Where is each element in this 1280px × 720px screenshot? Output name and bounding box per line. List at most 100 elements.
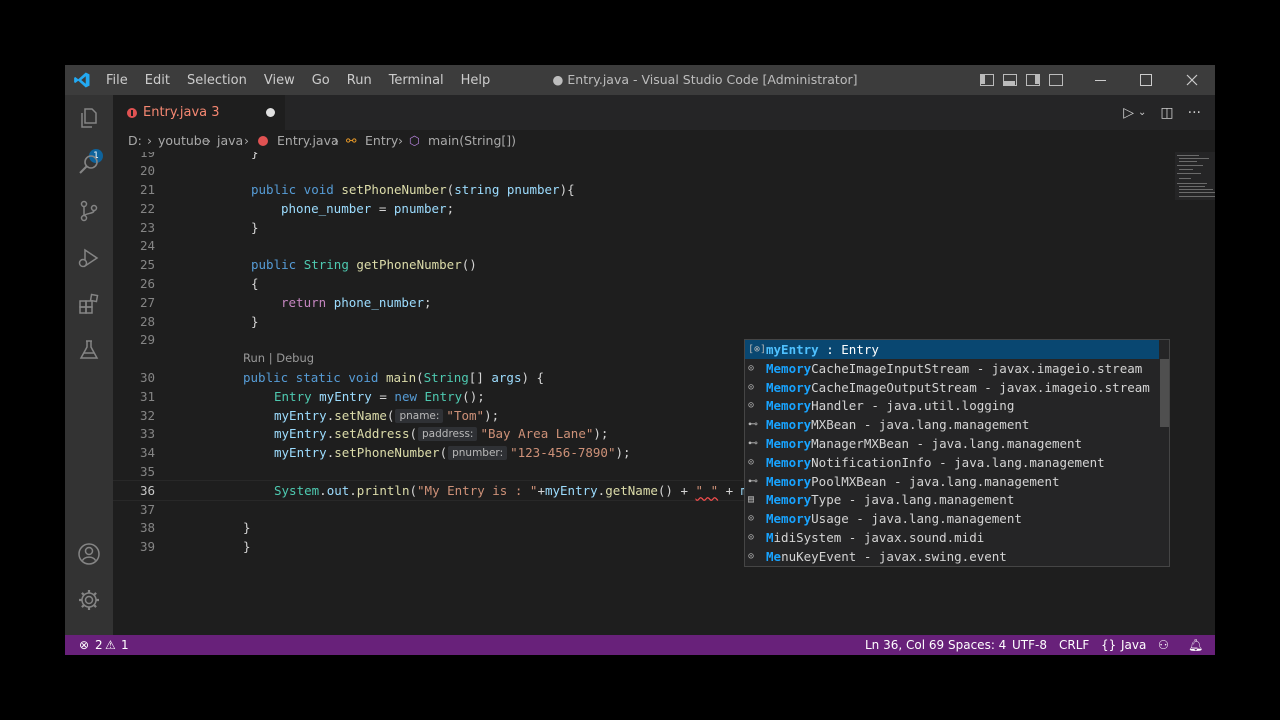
code-line-25: public String getPhoneNumber() bbox=[251, 257, 477, 272]
chevron-right-icon: › bbox=[147, 133, 152, 148]
language-mode[interactable]: Java bbox=[1121, 635, 1146, 655]
codelens-run-debug[interactable]: Run | Debug bbox=[243, 351, 314, 365]
line-number: 22 bbox=[139, 201, 155, 216]
suggestion-label: MemoryMXBean - java.lang.management bbox=[766, 415, 1029, 434]
toggle-panel-icon[interactable] bbox=[1003, 74, 1017, 86]
suggestion-item[interactable]: ▤ MemoryType - java.lang.management bbox=[745, 490, 1159, 509]
vscode-window: File Edit Selection View Go Run Terminal… bbox=[65, 65, 1215, 655]
breadcrumb-file[interactable]: Entry.java bbox=[277, 130, 339, 152]
error-count[interactable]: 2 bbox=[95, 635, 103, 655]
search-icon[interactable] bbox=[77, 153, 101, 177]
breadcrumb-method[interactable]: main(String[]) bbox=[428, 130, 516, 152]
minimize-button[interactable] bbox=[1077, 65, 1123, 95]
suggestion-match: Memory bbox=[766, 492, 812, 508]
suggestion-item[interactable]: ⊙ MemoryCacheImageInputStream - javax.ima… bbox=[745, 359, 1159, 378]
window-controls bbox=[980, 65, 1215, 95]
chevron-right-icon: › bbox=[206, 133, 211, 148]
suggestion-detail: NotificationInfo - java.lang.management bbox=[811, 454, 1105, 470]
suggestion-match: Memory bbox=[766, 398, 812, 414]
breadcrumb: D: › youtube › java › Entry.java › ⚯ Ent… bbox=[113, 130, 1215, 152]
suggestion-item[interactable]: ⊷ MemoryPoolMXBean - java.lang.management bbox=[745, 472, 1159, 491]
line-ending[interactable]: CRLF bbox=[1059, 635, 1089, 655]
suggestion-match: myEntry bbox=[766, 342, 819, 357]
testing-icon[interactable] bbox=[77, 338, 101, 362]
run-dropdown-chevron-icon[interactable]: ⌄ bbox=[1138, 107, 1146, 118]
suggestion-label: MemoryType - java.lang.management bbox=[766, 490, 1014, 509]
line-number: 27 bbox=[139, 295, 155, 310]
suggestion-widget: [⊗] myEntry : Entry ⊙ MemoryCacheImageInput… bbox=[744, 339, 1170, 567]
line-number: 33 bbox=[139, 426, 155, 441]
warning-icon[interactable]: ⚠ bbox=[105, 635, 116, 655]
inlay-hint-pnumber: pnumber: bbox=[448, 446, 508, 460]
code-line-39: } bbox=[243, 539, 251, 554]
class-icon: ⊙ bbox=[748, 513, 755, 525]
interface-icon: ⊷ bbox=[748, 419, 758, 431]
suggestion-scrollbar[interactable] bbox=[1160, 359, 1169, 427]
toggle-secondary-sidebar-icon[interactable] bbox=[1026, 74, 1040, 86]
suggestion-match: Memory bbox=[766, 417, 812, 433]
run-debug-icon[interactable] bbox=[77, 246, 101, 270]
suggestion-match: Memory bbox=[766, 436, 812, 451]
breadcrumb-youtube[interactable]: youtube bbox=[158, 130, 209, 152]
cursor-position[interactable]: Ln 36, Col 69 bbox=[865, 635, 944, 655]
tab-entry-java[interactable]: Entry.java 3 bbox=[113, 95, 285, 130]
split-editor-icon[interactable]: ◫ bbox=[1160, 105, 1173, 121]
class-symbol-icon: ⚯ bbox=[346, 133, 357, 148]
maximize-button[interactable] bbox=[1123, 65, 1169, 95]
suggestion-detail: idiSystem - javax.sound.midi bbox=[773, 530, 985, 545]
editor-actions: ▷ ⌄ ◫ ··· bbox=[1123, 95, 1215, 130]
suggestion-label: MemoryCacheImageInputStream - javax.imag… bbox=[766, 359, 1142, 378]
suggestion-item[interactable]: [⊗] myEntry : Entry bbox=[745, 340, 1159, 359]
suggestion-label: myEntry : Entry bbox=[766, 340, 879, 359]
code-line-22: phone_number = pnumber; bbox=[281, 201, 455, 216]
indentation[interactable]: Spaces: 4 bbox=[948, 635, 1006, 655]
feedback-icon[interactable]: ⚇ bbox=[1158, 635, 1169, 655]
account-icon[interactable] bbox=[77, 542, 101, 566]
suggestion-item[interactable]: ⊷ MemoryManagerMXBean - java.lang.managem… bbox=[745, 434, 1159, 453]
suggestion-detail: ManagerMXBean - java.lang.management bbox=[811, 436, 1083, 451]
error-squiggle: " " bbox=[695, 483, 719, 498]
line-number: 36 bbox=[139, 483, 155, 498]
suggestion-item[interactable]: ⊙ MemoryNotificationInfo - java.lang.mana… bbox=[745, 453, 1159, 472]
breadcrumb-java[interactable]: java bbox=[217, 130, 243, 152]
title-bar: File Edit Selection View Go Run Terminal… bbox=[65, 65, 1215, 95]
suggestion-detail: Handler - java.util.logging bbox=[811, 398, 1015, 414]
warning-count[interactable]: 1 bbox=[121, 635, 129, 655]
close-icon bbox=[1186, 74, 1198, 86]
inlay-hint-paddress: paddress: bbox=[418, 427, 478, 441]
encoding[interactable]: UTF-8 bbox=[1012, 635, 1047, 655]
suggestion-detail: Usage - java.lang.management bbox=[811, 511, 1022, 527]
source-control-icon[interactable] bbox=[77, 199, 101, 223]
close-window-button[interactable] bbox=[1169, 65, 1215, 95]
toggle-primary-sidebar-icon[interactable] bbox=[980, 74, 994, 86]
suggestion-detail: CacheImageInputStream - javax.imageio.st… bbox=[811, 360, 1143, 376]
suggestion-item[interactable]: ⊷ MemoryMXBean - java.lang.management bbox=[745, 415, 1159, 434]
suggestion-item[interactable]: ⊙ MemoryUsage - java.lang.management bbox=[745, 509, 1159, 528]
class-icon: ⊙ bbox=[748, 550, 755, 562]
braces-icon: {} bbox=[1101, 638, 1117, 652]
suggestion-item[interactable]: ⊙ MemoryCacheImageOutputStream - javax.im… bbox=[745, 378, 1159, 397]
line-number: 35 bbox=[139, 464, 155, 479]
code-line-31: Entry myEntry = new Entry(); bbox=[274, 389, 485, 404]
suggestion-item[interactable]: ⊙ MidiSystem - javax.sound.midi bbox=[745, 528, 1159, 547]
unsaved-dot-icon[interactable] bbox=[266, 108, 275, 117]
breadcrumb-drive[interactable]: D: bbox=[128, 130, 142, 152]
extensions-icon[interactable] bbox=[77, 292, 101, 316]
breadcrumb-class[interactable]: Entry bbox=[365, 130, 398, 152]
files-icon[interactable] bbox=[77, 106, 101, 130]
notifications-bell-icon[interactable]: 🔔︎ bbox=[1188, 635, 1203, 655]
errors-icon[interactable]: ⊗ bbox=[79, 635, 89, 655]
code-editor[interactable]: 19 20 21 22 23 24 25 26 27 28 29 30 31 3… bbox=[113, 152, 1215, 635]
more-actions-icon[interactable]: ··· bbox=[1188, 105, 1201, 121]
customize-layout-icon[interactable] bbox=[1049, 74, 1063, 86]
minimap[interactable] bbox=[1175, 152, 1215, 200]
suggestion-match: Memory bbox=[766, 454, 812, 470]
run-java-icon[interactable]: ▷ bbox=[1123, 105, 1134, 121]
class-icon: ⊙ bbox=[748, 532, 755, 543]
suggestion-item[interactable]: ⊙ MenuKeyEvent - javax.swing.event bbox=[745, 547, 1159, 566]
settings-gear-icon[interactable] bbox=[77, 588, 101, 612]
line-number: 24 bbox=[139, 238, 155, 253]
line-number: 31 bbox=[139, 389, 155, 404]
variable-icon: [⊗] bbox=[748, 344, 767, 355]
suggestion-item[interactable]: ⊙ MemoryHandler - java.util.logging bbox=[745, 396, 1159, 415]
